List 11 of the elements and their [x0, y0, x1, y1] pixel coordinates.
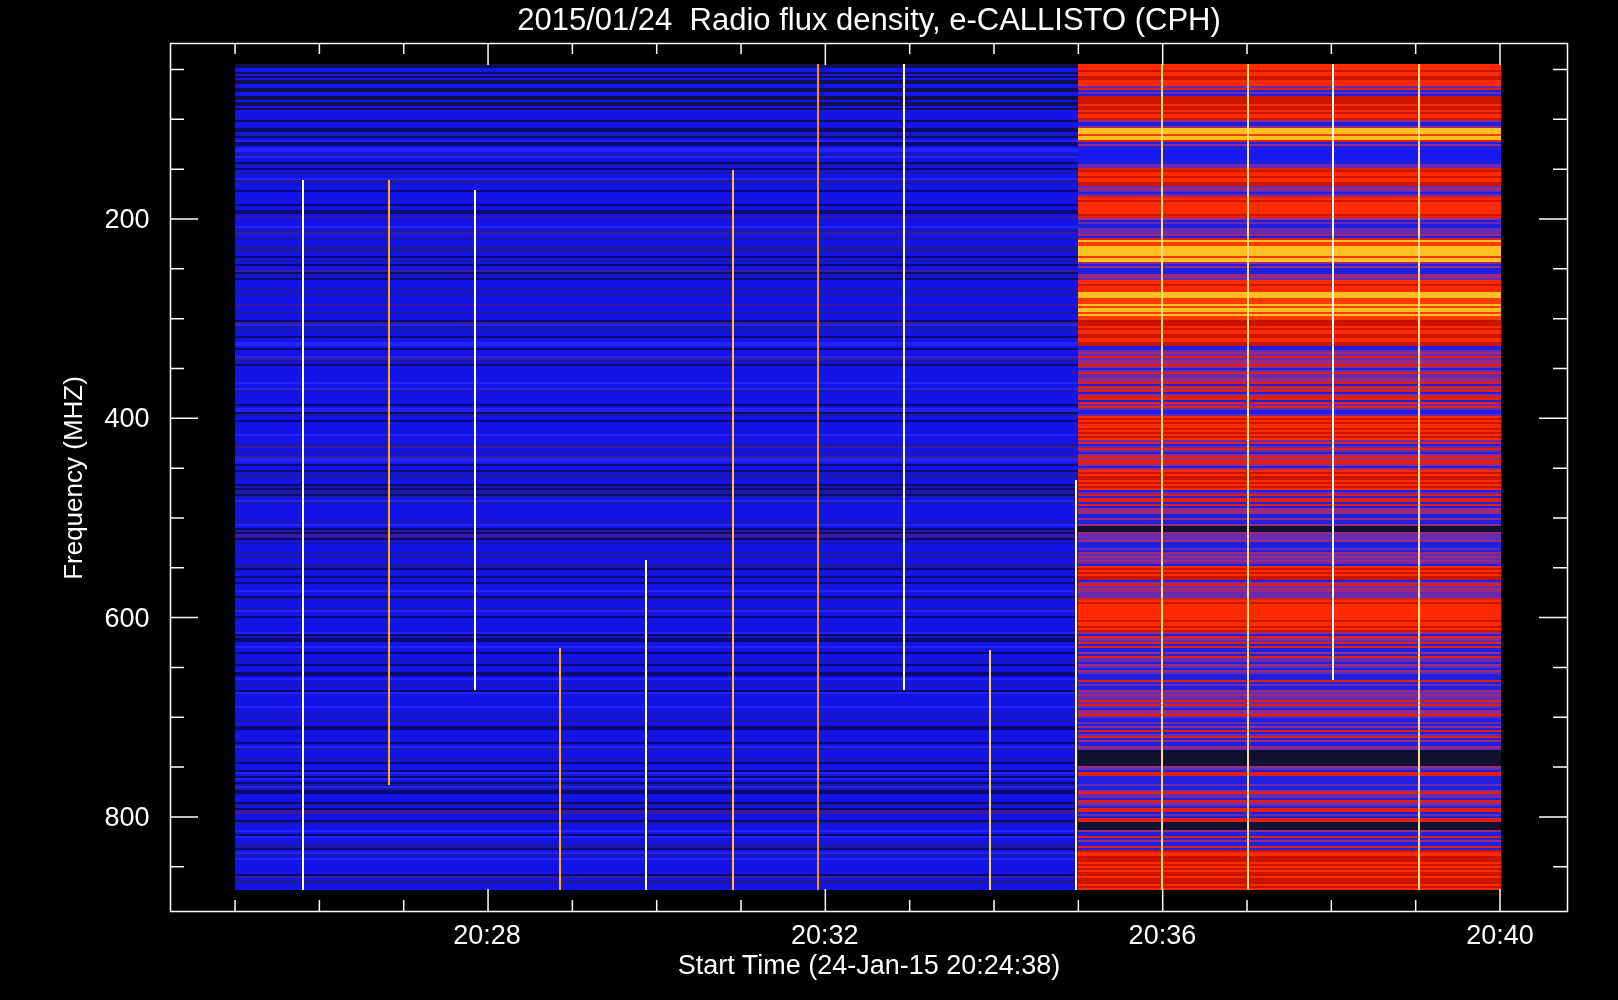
y-tick-label: 600	[104, 602, 150, 633]
chart-title: 2015/01/24 Radio flux density, e-CALLISTO (CPH)	[517, 2, 1221, 37]
y-axis-label: Frequency (MHZ)	[58, 376, 88, 580]
y-tick-label: 800	[104, 801, 150, 832]
x-tick-label: 20:28	[453, 920, 521, 950]
x-tick-label: 20:40	[1466, 920, 1534, 950]
y-tick-label: 400	[104, 403, 150, 434]
x-tick-label: 20:36	[1128, 920, 1197, 950]
y-tick-label: 200	[104, 204, 150, 234]
x-axis-label: Start Time (24-Jan-15 20:24:38)	[677, 950, 1061, 980]
x-tick-label: 20:32	[790, 920, 859, 950]
